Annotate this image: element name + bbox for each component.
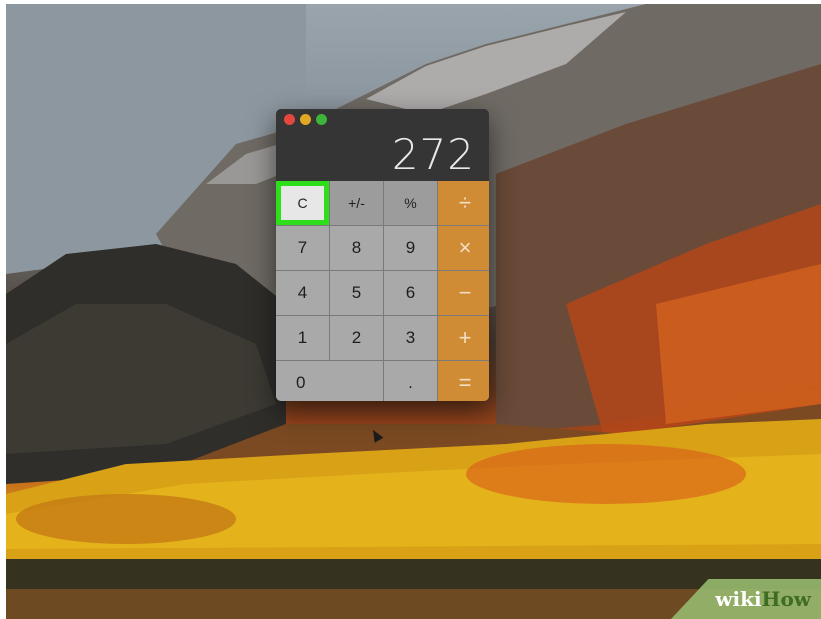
decimal-button[interactable]: . [384,361,437,401]
percent-button[interactable]: % [384,181,437,225]
multiply-button[interactable]: × [438,226,489,270]
calculator-window[interactable]: 272 C +/- % ÷ 7 8 9 × 4 5 6 − 1 2 3 + 0 … [276,109,489,401]
minimize-button[interactable] [300,114,311,125]
digit-7-button[interactable]: 7 [276,226,329,270]
equals-button[interactable]: = [438,361,489,401]
watermark-how: How [761,587,811,611]
calculator-display: 272 [391,130,475,179]
title-bar[interactable] [276,109,489,131]
close-button[interactable] [284,114,295,125]
digit-9-button[interactable]: 9 [384,226,437,270]
digit-1-button[interactable]: 1 [276,316,329,360]
digit-2-button[interactable]: 2 [330,316,383,360]
digit-0-button[interactable]: 0 [276,361,383,401]
watermark-wiki: wiki [715,587,762,611]
subtract-button[interactable]: − [438,271,489,315]
add-button[interactable]: + [438,316,489,360]
clear-button[interactable]: C [276,181,329,225]
digit-8-button[interactable]: 8 [330,226,383,270]
digit-3-button[interactable]: 3 [384,316,437,360]
digit-4-button[interactable]: 4 [276,271,329,315]
divide-button[interactable]: ÷ [438,181,489,225]
digit-5-button[interactable]: 5 [330,271,383,315]
keypad: C +/- % ÷ 7 8 9 × 4 5 6 − 1 2 3 + 0 . = [276,181,489,401]
digit-6-button[interactable]: 6 [384,271,437,315]
sign-toggle-button[interactable]: +/- [330,181,383,225]
zoom-button[interactable] [316,114,327,125]
